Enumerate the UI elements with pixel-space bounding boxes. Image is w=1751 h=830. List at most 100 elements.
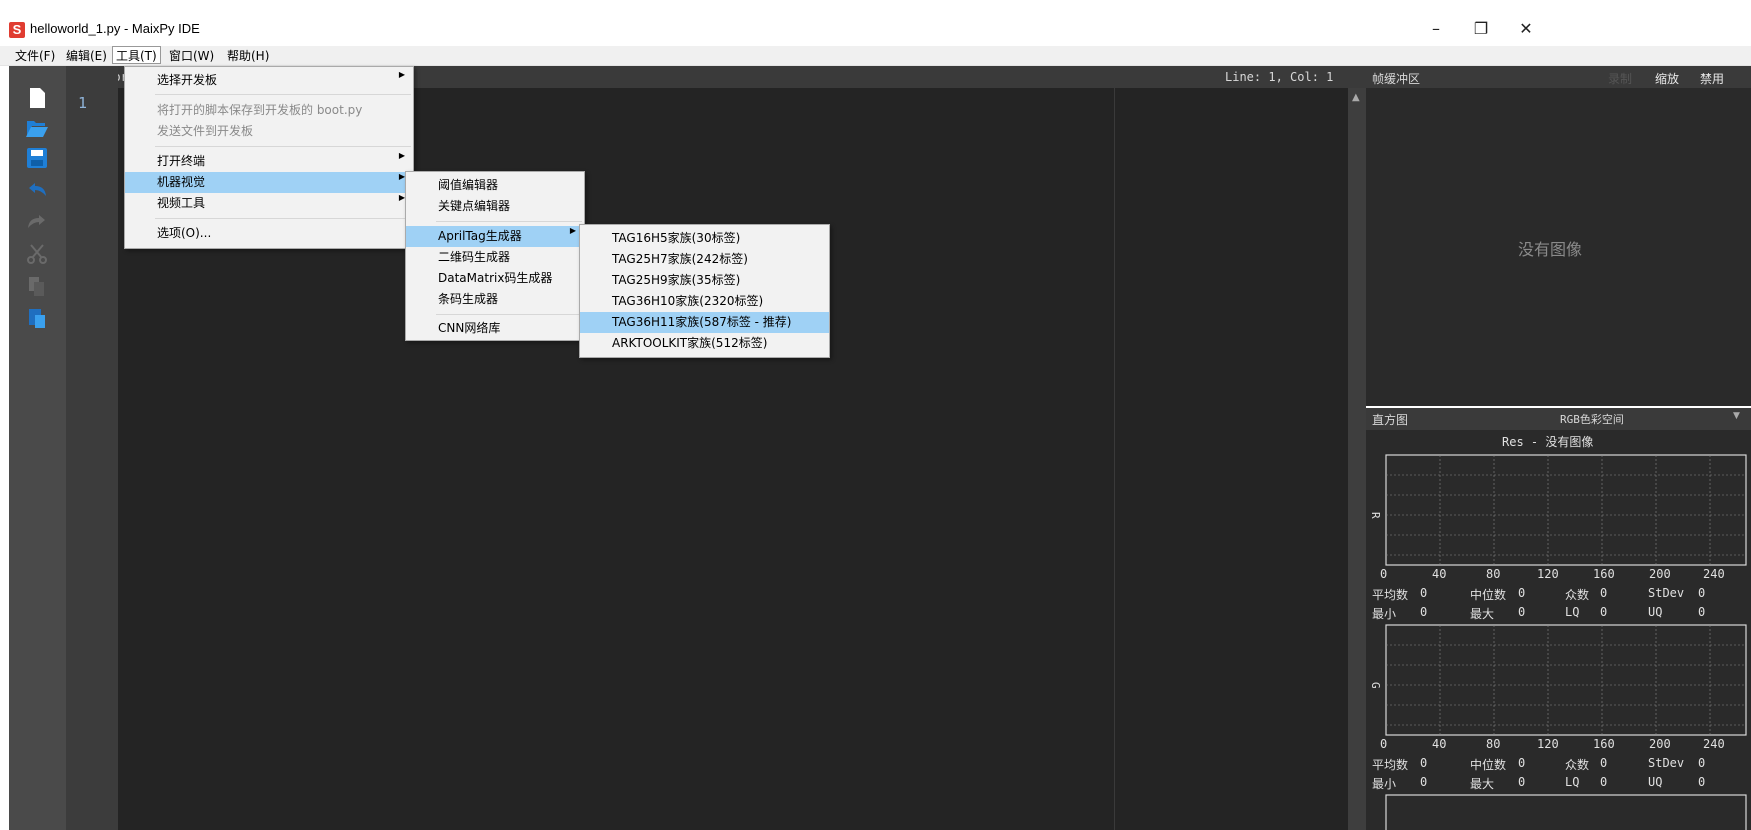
submenu-arrow-icon: ▶ <box>569 226 576 235</box>
menu-item-label: CNN网络库 <box>438 321 501 335</box>
r-min-value: 0 <box>1420 605 1428 619</box>
r-chart-grid <box>1386 455 1746 565</box>
menu-separator <box>436 314 582 315</box>
g-tick-80: 80 <box>1486 737 1500 751</box>
menu-item-apriltag-generator[interactable]: AprilTag生成器 ▶ <box>406 226 584 247</box>
g-x-ticks: 0 40 80 120 160 200 240 <box>1380 737 1725 751</box>
r-tick-120: 120 <box>1537 567 1559 581</box>
r-uq-label: UQ <box>1648 605 1663 619</box>
menu-item-tag36h10[interactable]: TAG36H10家族(2320标签) <box>580 291 829 312</box>
g-min-value: 0 <box>1420 775 1428 789</box>
r-max-value: 0 <box>1518 605 1526 619</box>
r-tick-240: 240 <box>1703 567 1725 581</box>
g-lq-label: LQ <box>1565 775 1580 789</box>
menu-item-open-terminal[interactable]: 打开终端 ▶ <box>125 151 413 172</box>
r-stdev-value: 0 <box>1698 586 1706 600</box>
menu-item-label: TAG36H10家族(2320标签) <box>612 294 764 308</box>
menu-item-tag25h9[interactable]: TAG25H9家族(35标签) <box>580 270 829 291</box>
menu-item-label: 条码生成器 <box>438 292 499 306</box>
menu-item-label: TAG36H11家族(587标签 - 推荐) <box>612 315 792 329</box>
menu-item-label: 机器视觉 <box>157 175 206 189</box>
g-tick-40: 40 <box>1432 737 1446 751</box>
r-tick-40: 40 <box>1432 567 1446 581</box>
g-tick-0: 0 <box>1380 737 1387 751</box>
menu-item-label: 打开终端 <box>157 154 206 168</box>
g-max-label: 最大 <box>1470 777 1495 791</box>
machine-vision-submenu: 阈值编辑器 关键点编辑器 AprilTag生成器 ▶ 二维码生成器 DataMat… <box>405 171 585 341</box>
menu-item-tag36h11[interactable]: TAG36H11家族(587标签 - 推荐) <box>580 312 829 333</box>
menu-item-label: 阈值编辑器 <box>438 178 499 192</box>
r-x-ticks: 0 40 80 120 160 200 240 <box>1380 567 1725 581</box>
g-max-value: 0 <box>1518 775 1526 789</box>
menu-item-label: 将打开的脚本保存到开发板的 boot.py <box>157 103 363 117</box>
g-lq-value: 0 <box>1600 775 1608 789</box>
r-mode-label: 众数 <box>1565 588 1590 602</box>
g-uq-value: 0 <box>1698 775 1706 789</box>
menu-separator <box>155 218 411 219</box>
menu-item-label: TAG25H9家族(35标签) <box>612 273 741 287</box>
g-tick-120: 120 <box>1537 737 1559 751</box>
maixpy-ide-window: S helloworld_1.py - MaixPy IDE – ❐ ✕ 文件(… <box>0 0 1751 830</box>
menu-item-send-file[interactable]: 发送文件到开发板 <box>125 121 413 142</box>
r-median-label: 中位数 <box>1470 588 1507 602</box>
g-stdev-value: 0 <box>1698 756 1706 770</box>
b-chart-frame <box>1385 794 1747 830</box>
g-axis-label: G <box>1369 682 1382 689</box>
menu-item-keypoints-editor[interactable]: 关键点编辑器 <box>406 196 584 217</box>
menu-item-label: 二维码生成器 <box>438 250 511 264</box>
menu-item-save-boot[interactable]: 将打开的脚本保存到开发板的 boot.py <box>125 100 413 121</box>
r-axis-label: R <box>1369 512 1382 519</box>
r-mean-label: 平均数 <box>1372 588 1409 602</box>
g-mode-label: 众数 <box>1565 758 1590 772</box>
menu-item-qrcode-generator[interactable]: 二维码生成器 <box>406 247 584 268</box>
menu-item-label: 关键点编辑器 <box>438 199 511 213</box>
menu-item-tag16h5[interactable]: TAG16H5家族(30标签) <box>580 228 829 249</box>
g-mean-value: 0 <box>1420 756 1428 770</box>
menu-item-label: 视频工具 <box>157 196 206 210</box>
g-uq-label: UQ <box>1648 775 1663 789</box>
menu-item-label: 选项(O)... <box>157 226 212 240</box>
r-tick-0: 0 <box>1380 567 1387 581</box>
r-stdev-label: StDev <box>1648 586 1685 600</box>
menu-separator <box>436 221 582 222</box>
menu-item-options[interactable]: 选项(O)... <box>125 223 413 244</box>
menu-item-label: DataMatrix码生成器 <box>438 271 553 285</box>
menu-item-label: 选择开发板 <box>157 73 218 87</box>
g-median-label: 中位数 <box>1470 758 1507 772</box>
r-tick-160: 160 <box>1593 567 1615 581</box>
r-lq-value: 0 <box>1600 605 1608 619</box>
menu-item-tag25h7[interactable]: TAG25H7家族(242标签) <box>580 249 829 270</box>
menu-item-label: 发送文件到开发板 <box>157 124 254 138</box>
menu-item-select-board[interactable]: 选择开发板 ▶ <box>125 70 413 91</box>
submenu-arrow-icon: ▶ <box>398 70 405 79</box>
r-mean-value: 0 <box>1420 586 1428 600</box>
menu-item-video-tools[interactable]: 视频工具 ▶ <box>125 193 413 214</box>
r-lq-label: LQ <box>1565 605 1580 619</box>
g-tick-200: 200 <box>1649 737 1671 751</box>
menu-item-label: AprilTag生成器 <box>438 229 522 243</box>
submenu-arrow-icon: ▶ <box>398 151 405 160</box>
menu-item-datamatrix-generator[interactable]: DataMatrix码生成器 <box>406 268 584 289</box>
r-min-label: 最小 <box>1372 607 1397 621</box>
menu-item-label: TAG16H5家族(30标签) <box>612 231 741 245</box>
g-tick-240: 240 <box>1703 737 1725 751</box>
menu-separator <box>155 94 411 95</box>
menu-item-threshold-editor[interactable]: 阈值编辑器 <box>406 175 584 196</box>
r-tick-80: 80 <box>1486 567 1500 581</box>
g-chart-grid <box>1386 625 1746 735</box>
menu-item-arktoolkit[interactable]: ARKTOOLKIT家族(512标签) <box>580 333 829 354</box>
tools-menu: 选择开发板 ▶ 将打开的脚本保存到开发板的 boot.py 发送文件到开发板 打开… <box>124 66 414 249</box>
g-mean-label: 平均数 <box>1372 758 1409 772</box>
menu-item-cnn-library[interactable]: CNN网络库 <box>406 318 584 339</box>
menu-item-machine-vision[interactable]: 机器视觉 ▶ <box>125 172 413 193</box>
g-median-value: 0 <box>1518 756 1526 770</box>
r-tick-200: 200 <box>1649 567 1671 581</box>
menu-separator <box>155 146 411 147</box>
g-mode-value: 0 <box>1600 756 1608 770</box>
r-max-label: 最大 <box>1470 607 1495 621</box>
apriltag-submenu: TAG16H5家族(30标签) TAG25H7家族(242标签) TAG25H9… <box>579 224 830 358</box>
menu-item-label: ARKTOOLKIT家族(512标签) <box>612 336 768 350</box>
g-tick-160: 160 <box>1593 737 1615 751</box>
menu-item-barcode-generator[interactable]: 条码生成器 <box>406 289 584 310</box>
r-uq-value: 0 <box>1698 605 1706 619</box>
